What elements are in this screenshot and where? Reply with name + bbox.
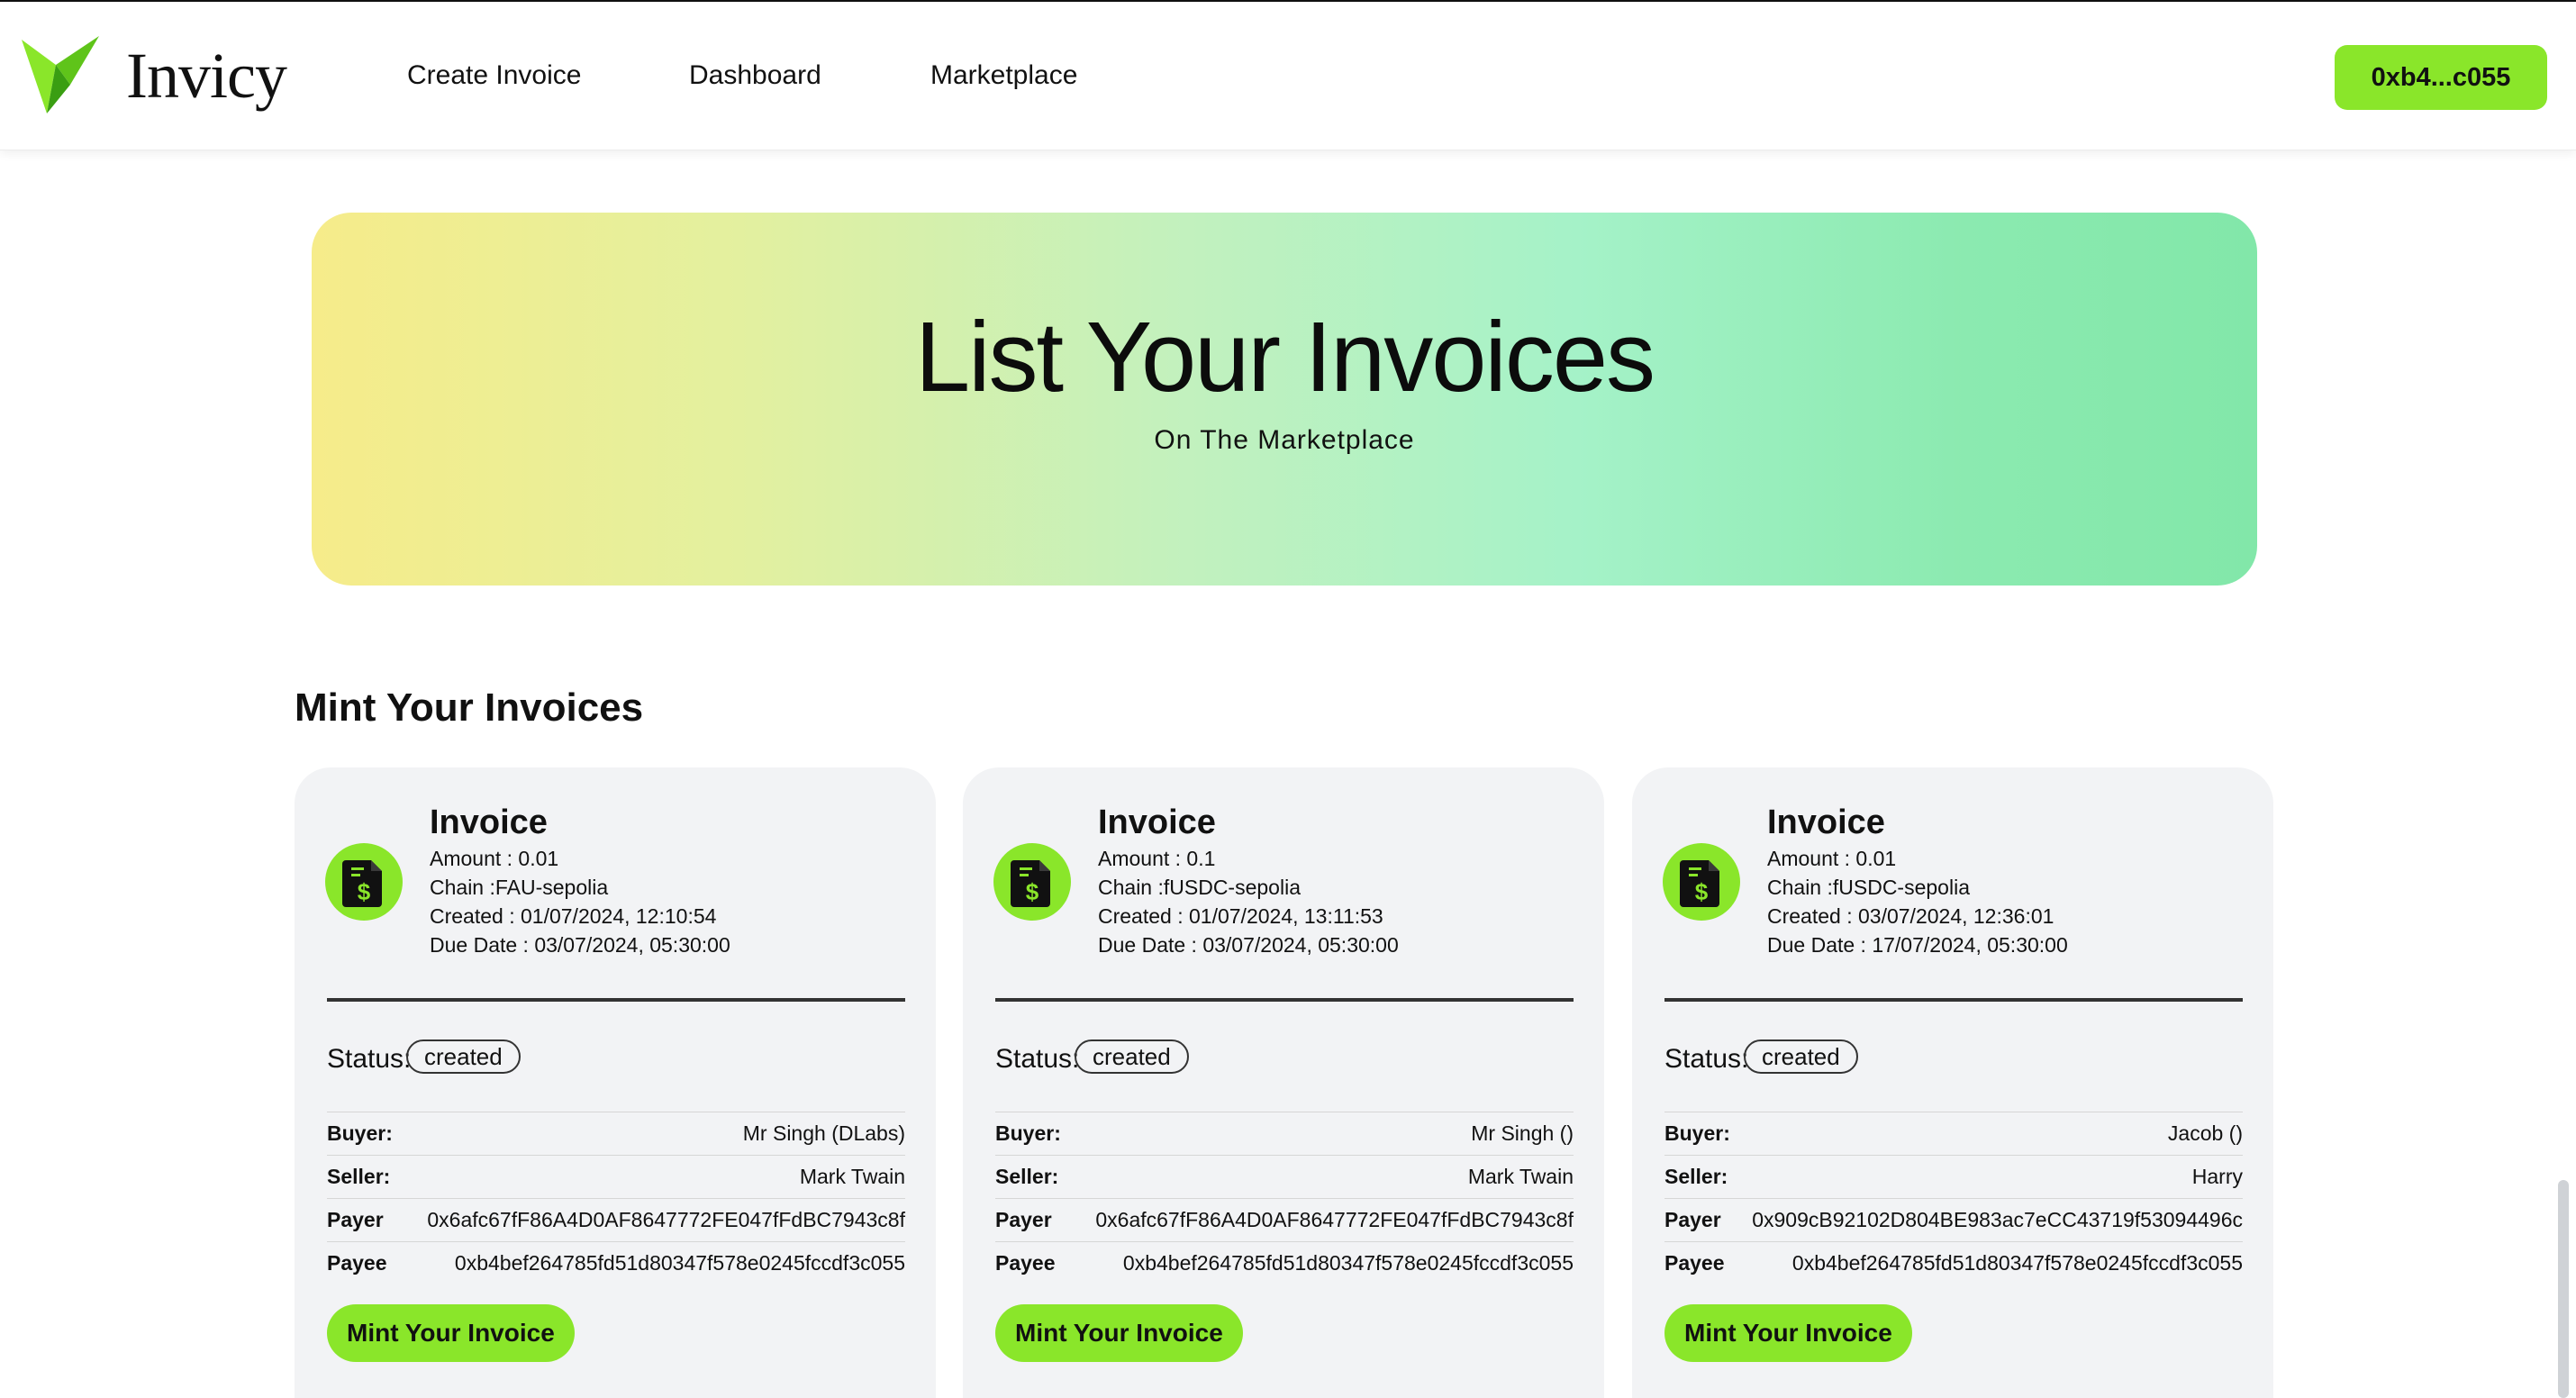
payer-label: Payer (327, 1207, 384, 1231)
buyer-value: Mr Singh () (1471, 1121, 1574, 1145)
seller-label: Seller: (995, 1164, 1059, 1188)
status-label: Status: (995, 1044, 1080, 1074)
seller-label: Seller: (327, 1164, 391, 1188)
card-title: Invoice (1767, 803, 1885, 841)
status-badge: created (406, 1039, 521, 1074)
card-title: Invoice (430, 803, 548, 841)
seller-value: Harry (2191, 1164, 2243, 1188)
payer-value: 0x909cB92102D804BE983ac7eCC43719f5309449… (1752, 1207, 2243, 1231)
mint-invoice-button[interactable]: Mint Your Invoice (327, 1304, 575, 1362)
divider (327, 998, 905, 1002)
mint-invoice-button[interactable]: Mint Your Invoice (995, 1304, 1243, 1362)
invoice-dollar-icon: $ (325, 843, 403, 921)
page-scrollbar[interactable] (2558, 1180, 2569, 1398)
buyer-row: Buyer: Mr Singh (DLabs) (327, 1112, 905, 1154)
divider (1664, 998, 2243, 1002)
buyer-value: Jacob () (2167, 1121, 2243, 1145)
status-label: Status: (1664, 1044, 1749, 1074)
status-label: Status: (327, 1044, 412, 1074)
payer-value: 0x6afc67fF86A4D0AF8647772FE047fFdBC7943c… (427, 1207, 905, 1231)
buyer-value: Mr Singh (DLabs) (742, 1121, 905, 1145)
hero-subtitle: On The Marketplace (1154, 425, 1415, 455)
payer-label: Payer (995, 1207, 1052, 1231)
card-chain: Chain :fUSDC-sepolia (1767, 876, 1970, 899)
divider (995, 998, 1574, 1002)
payer-row: Payer 0x6afc67fF86A4D0AF8647772FE047fFdB… (995, 1198, 1574, 1240)
svg-text:$: $ (358, 878, 371, 905)
card-due-date: Due Date : 03/07/2024, 05:30:00 (430, 933, 730, 957)
card-amount: Amount : 0.01 (1767, 847, 1897, 870)
seller-row: Seller: Harry (1664, 1155, 2243, 1197)
payer-row: Payer 0x6afc67fF86A4D0AF8647772FE047fFdB… (327, 1198, 905, 1240)
card-due-date: Due Date : 17/07/2024, 05:30:00 (1767, 933, 2068, 957)
card-due-date: Due Date : 03/07/2024, 05:30:00 (1098, 933, 1399, 957)
payee-label: Payee (327, 1250, 387, 1275)
status-badge: created (1075, 1039, 1189, 1074)
payee-row: Payee 0xb4bef264785fd51d80347f578e0245fc… (1664, 1241, 2243, 1284)
nav-create-invoice[interactable]: Create Invoice (407, 58, 581, 94)
nav-dashboard[interactable]: Dashboard (689, 58, 821, 94)
mint-invoice-button[interactable]: Mint Your Invoice (1664, 1304, 1912, 1362)
payer-row: Payer 0x909cB92102D804BE983ac7eCC43719f5… (1664, 1198, 2243, 1240)
invoice-dollar-icon: $ (1663, 843, 1740, 921)
card-created: Created : 01/07/2024, 12:10:54 (430, 904, 717, 928)
status-badge: created (1744, 1039, 1858, 1074)
payee-row: Payee 0xb4bef264785fd51d80347f578e0245fc… (327, 1241, 905, 1284)
payee-label: Payee (995, 1250, 1056, 1275)
card-created: Created : 01/07/2024, 13:11:53 (1098, 904, 1383, 928)
navbar: Invicy Create Invoice Dashboard Marketpl… (0, 2, 2576, 150)
wallet-address-button[interactable]: 0xb4...c055 (2335, 45, 2547, 110)
seller-label: Seller: (1664, 1164, 1728, 1188)
buyer-label: Buyer: (327, 1121, 393, 1145)
invicy-bird-logo-icon[interactable] (20, 32, 103, 115)
svg-text:$: $ (1695, 878, 1709, 905)
payee-label: Payee (1664, 1250, 1725, 1275)
seller-value: Mark Twain (1467, 1164, 1574, 1188)
card-title: Invoice (1098, 803, 1216, 841)
invoice-card: $ Invoice Amount : 0.1 Chain :fUSDC-sepo… (963, 767, 1604, 1398)
card-created: Created : 03/07/2024, 12:36:01 (1767, 904, 2054, 928)
buyer-row: Buyer: Jacob () (1664, 1112, 2243, 1154)
payee-value: 0xb4bef264785fd51d80347f578e0245fccdf3c0… (1791, 1250, 2243, 1275)
payee-row: Payee 0xb4bef264785fd51d80347f578e0245fc… (995, 1241, 1574, 1284)
payee-value: 0xb4bef264785fd51d80347f578e0245fccdf3c0… (1122, 1250, 1574, 1275)
hero-banner: List Your Invoices On The Marketplace (312, 213, 2257, 586)
payee-value: 0xb4bef264785fd51d80347f578e0245fccdf3c0… (454, 1250, 905, 1275)
seller-value: Mark Twain (799, 1164, 905, 1188)
seller-row: Seller: Mark Twain (995, 1155, 1574, 1197)
nav-marketplace[interactable]: Marketplace (930, 58, 1077, 94)
buyer-label: Buyer: (995, 1121, 1061, 1145)
card-chain: Chain :fUSDC-sepolia (1098, 876, 1301, 899)
invoice-dollar-icon: $ (993, 843, 1071, 921)
section-title: Mint Your Invoices (295, 685, 644, 730)
card-chain: Chain :FAU-sepolia (430, 876, 609, 899)
seller-row: Seller: Mark Twain (327, 1155, 905, 1197)
brand-name[interactable]: Invicy (126, 38, 287, 113)
card-amount: Amount : 0.01 (430, 847, 559, 870)
invoice-card: $ Invoice Amount : 0.01 Chain :fUSDC-sep… (1632, 767, 2273, 1398)
svg-text:$: $ (1026, 878, 1039, 905)
invoice-card: $ Invoice Amount : 0.01 Chain :FAU-sepol… (295, 767, 936, 1398)
buyer-label: Buyer: (1664, 1121, 1730, 1145)
payer-label: Payer (1664, 1207, 1721, 1231)
hero-title: List Your Invoices (914, 302, 1655, 413)
payer-value: 0x6afc67fF86A4D0AF8647772FE047fFdBC7943c… (1095, 1207, 1574, 1231)
card-amount: Amount : 0.1 (1098, 847, 1216, 870)
buyer-row: Buyer: Mr Singh () (995, 1112, 1574, 1154)
